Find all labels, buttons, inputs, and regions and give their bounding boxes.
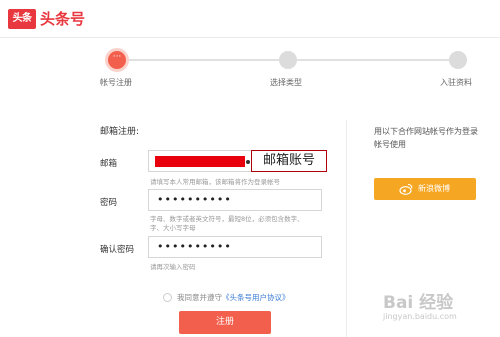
step-2-label: 选择类型 (270, 78, 302, 87)
password-value: •••••••••• (157, 193, 232, 206)
password-label: 密码 (100, 198, 118, 208)
header-divider (0, 37, 500, 38)
confirm-password-label: 确认密码 (100, 245, 135, 255)
watermark-url: jingyan.baidu.com (383, 312, 457, 321)
step-3-label: 入驻资料 (440, 78, 472, 87)
step-1-label: 帐号注册 (100, 78, 132, 87)
agreement-prefix: 我同意并遵守 (177, 293, 222, 302)
baidu-watermark: Bai 经验 jingyan.baidu.com (383, 288, 493, 328)
step-connector-2 (297, 59, 449, 61)
step-2-indicator (279, 51, 297, 69)
user-agreement-link[interactable]: 《头条号用户协议》 (222, 293, 290, 302)
email-label: 邮箱 (100, 159, 118, 169)
confirm-password-value: •••••••••• (157, 240, 232, 253)
confirm-password-field[interactable]: •••••••••• (148, 236, 322, 258)
password-hint-line-2: 字、大小写字母 (150, 224, 196, 232)
weibo-login-button[interactable]: 新浪微博 (374, 178, 476, 200)
email-annotation-callout: 邮箱账号 (251, 150, 327, 172)
brand-logo-text[interactable]: 头条号 (40, 9, 85, 29)
step-1-indicator: ··· (108, 51, 126, 69)
annotation-pointer (246, 160, 250, 164)
confirm-password-hint: 请再次输入密码 (150, 263, 196, 271)
weibo-icon (399, 183, 413, 195)
section-title: 邮箱注册: (100, 127, 140, 137)
redacted-email-value (155, 156, 245, 167)
agree-checkbox[interactable] (163, 293, 172, 302)
agreement-text: 我同意并遵守《头条号用户协议》 (177, 292, 290, 303)
watermark-logo: Bai 经验 (383, 293, 454, 313)
brand-logo-mark[interactable]: 头条 (8, 9, 36, 29)
email-hint: 请填写本人常用邮箱，该邮箱将作为登录帐号 (150, 178, 280, 186)
password-field[interactable]: •••••••••• (148, 189, 322, 211)
top-header: 头条 头条号 (0, 0, 500, 38)
panel-divider (346, 120, 347, 337)
partner-login-text: 用以下合作网站帐号作为登录帐号使用 (374, 127, 478, 149)
register-button[interactable]: 注册 (179, 311, 271, 334)
step-connector-1 (126, 59, 279, 61)
weibo-login-label: 新浪微博 (418, 184, 450, 193)
step-3-indicator (449, 51, 467, 69)
